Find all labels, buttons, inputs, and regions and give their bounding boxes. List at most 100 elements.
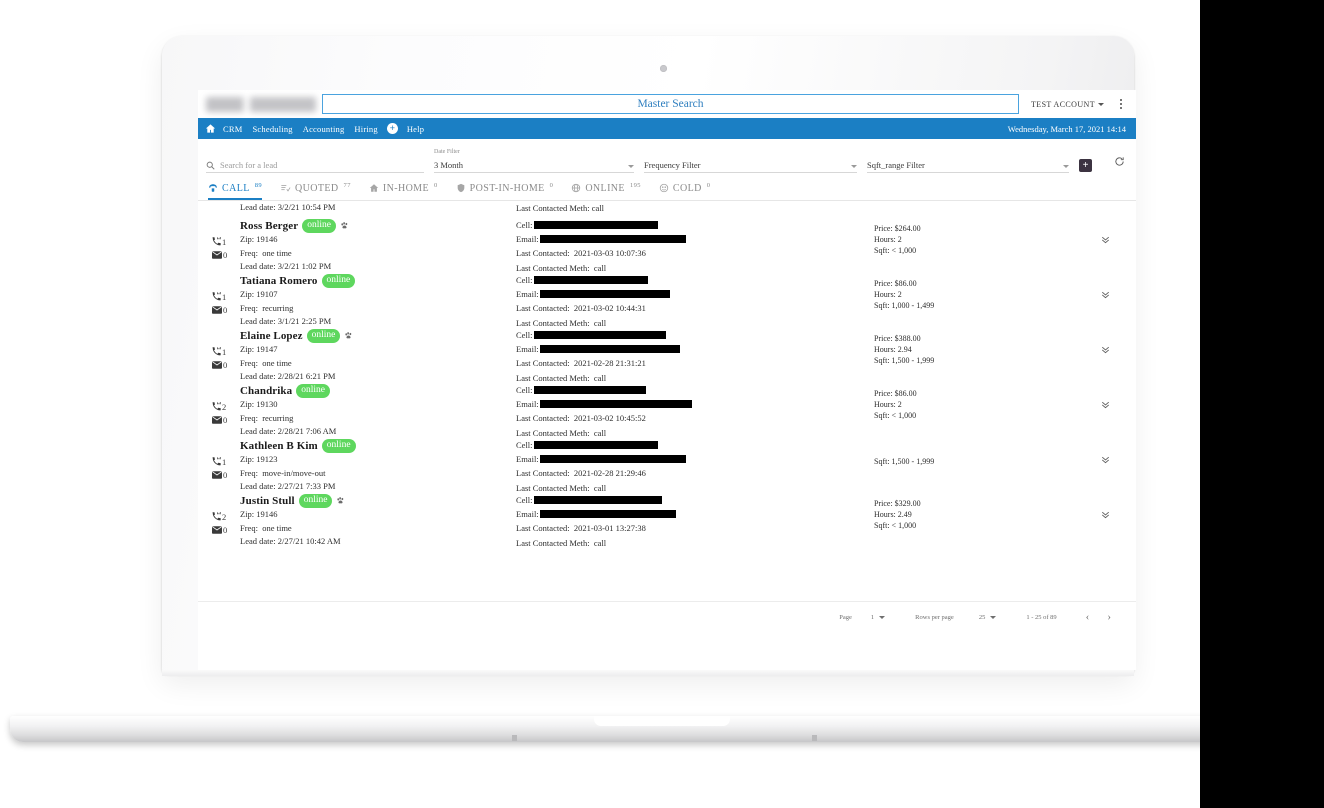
lead-name-line: Kathleen B Kim online bbox=[240, 438, 516, 453]
table-row[interactable]: Kathleen B Kim online 1 0 Zip: 19123 Freq: mo… bbox=[198, 433, 1136, 493]
lead-sqft: Sqft: < 1,000 bbox=[874, 411, 917, 420]
call-count: 1 bbox=[212, 235, 240, 248]
kebab-menu-icon[interactable] bbox=[1114, 99, 1128, 109]
tab-in-home-label: IN-HOME bbox=[382, 183, 429, 194]
add-icon[interactable]: + bbox=[386, 123, 398, 134]
lead-contact-column: Cell: Email: Last Contacted: 2021-03-02 10… bbox=[516, 383, 798, 438]
lead-email: Email: bbox=[516, 287, 798, 301]
redacted-cell bbox=[533, 386, 646, 395]
lead-primary-column: Ross Berger online 1 0 Zip: 19146 Freq: one t… bbox=[198, 218, 516, 271]
lead-name: Kathleen B Kim bbox=[240, 439, 318, 452]
lead-date: Lead date: 2/27/21 10:42 AM bbox=[240, 536, 341, 546]
lead-contact-column: Cell: Email: Last Contacted: 2021-03-01 13… bbox=[516, 493, 798, 548]
tab-cold-label: COLD bbox=[672, 183, 702, 194]
nav-item-crm[interactable]: CRM bbox=[218, 124, 248, 134]
lead-contact-column: Cell: Email: Last Contacted: 2021-03-03 10… bbox=[516, 218, 798, 273]
table-row[interactable]: Ross Berger online 1 0 Zip: 19146 Freq: one t… bbox=[198, 213, 1136, 273]
lead-counters: 10 bbox=[212, 235, 240, 261]
expand-row-icon[interactable] bbox=[1100, 342, 1111, 360]
tab-quoted[interactable]: QUOTED 77 bbox=[280, 182, 351, 199]
lead-sqft: Sqft: < 1,000 bbox=[874, 246, 917, 255]
laptop-base-foot-left bbox=[512, 735, 517, 741]
tab-cold[interactable]: COLD 0 bbox=[659, 182, 711, 199]
nav-item-scheduling[interactable]: Scheduling bbox=[248, 124, 298, 134]
lead-list[interactable]: Lead date: 3/2/21 10:54 PM Last Contacte… bbox=[198, 201, 1136, 601]
expand-row-icon[interactable] bbox=[1100, 452, 1111, 470]
brand-logo bbox=[206, 96, 316, 112]
master-search-input[interactable]: Master Search bbox=[322, 94, 1019, 114]
lead-name: Tatiana Romero bbox=[240, 274, 318, 287]
search-lead-input[interactable]: Search for a lead bbox=[206, 160, 424, 173]
email-count: 0 bbox=[212, 303, 240, 316]
lead-status-tabs: CALL 89 QUOTED 77 IN-HOME 0 POST-IN-HOME… bbox=[198, 173, 1136, 201]
laptop-base-foot-right bbox=[812, 735, 817, 741]
tab-post-in-home[interactable]: POST-IN-HOME 0 bbox=[456, 182, 554, 199]
nav-item-hiring[interactable]: Hiring bbox=[349, 124, 382, 134]
expand-row-icon[interactable] bbox=[1100, 287, 1111, 305]
frequency-filter-select[interactable]: Frequency Filter bbox=[644, 160, 857, 173]
tab-in-home[interactable]: IN-HOME 0 bbox=[369, 182, 438, 199]
call-count: 1 bbox=[212, 455, 240, 468]
lead-name-line: Ross Berger online bbox=[240, 218, 516, 233]
tab-cold-count: 0 bbox=[706, 182, 711, 189]
date-filter-select[interactable]: Date Filter 3 Month bbox=[434, 149, 634, 173]
lead-name-line: Justin Stull online bbox=[240, 493, 516, 508]
main-nav-bar: CRM Scheduling Accounting Hiring + Help … bbox=[198, 118, 1136, 139]
email-count: 0 bbox=[212, 468, 240, 481]
account-menu-button[interactable]: TEST ACCOUNT bbox=[1031, 100, 1104, 109]
table-row[interactable]: Tatiana Romero online 1 0 Zip: 19107 Freq: re… bbox=[198, 268, 1136, 328]
pagination-range: 1 - 25 of 89 bbox=[1026, 613, 1057, 621]
table-row[interactable]: Justin Stull online 2 0 Zip: 19146 Freq: one … bbox=[198, 488, 1136, 548]
add-lead-button[interactable]: + bbox=[1079, 159, 1092, 172]
shield-icon bbox=[456, 183, 466, 193]
home-icon[interactable] bbox=[202, 123, 218, 134]
sqft-filter-select[interactable]: Sqft_range Filter bbox=[867, 160, 1069, 173]
table-row[interactable]: Chandrika online 2 0 Zip: 19130 Freq: recurri… bbox=[198, 378, 1136, 438]
mask-step-3 bbox=[1189, 17, 1200, 28]
refresh-button[interactable] bbox=[1114, 154, 1125, 172]
lead-contact-column: Cell: Email: Last Contacted: 2021-03-02 10… bbox=[516, 273, 798, 328]
rows-per-page-selector[interactable]: Rows per page 25 bbox=[915, 613, 997, 621]
page-selector[interactable]: Page 1 bbox=[839, 614, 886, 621]
lead-hours: Hours: 2 bbox=[874, 235, 902, 244]
lead-cell: Cell: bbox=[516, 328, 798, 342]
lead-quote-column: Price: $264.00 Hours: 2 Sqft: < 1,000 bbox=[798, 218, 1136, 263]
expand-row-icon[interactable] bbox=[1100, 232, 1111, 250]
lead-primary-column: Tatiana Romero online 1 0 Zip: 19107 Freq: re… bbox=[198, 273, 516, 326]
lead-last-contacted: Last Contacted: 2021-03-03 10:07:36 bbox=[516, 248, 646, 259]
previous-page-button[interactable]: ‹ bbox=[1083, 611, 1093, 623]
laptop-screen: Master Search TEST ACCOUNT CRM Schedulin… bbox=[198, 90, 1136, 670]
tab-online-count: 195 bbox=[629, 182, 641, 189]
status-badge: online bbox=[302, 218, 336, 233]
lead-zip: Zip: 19130 bbox=[240, 399, 278, 409]
clipped-lead-date: Lead date: 3/2/21 10:54 PM bbox=[240, 202, 336, 212]
lead-last-contacted: Last Contacted: 2021-02-28 21:29:46 bbox=[516, 468, 646, 479]
smiley-icon bbox=[659, 183, 669, 193]
chevron-down-icon bbox=[628, 165, 634, 168]
chevron-down-icon bbox=[1063, 165, 1069, 168]
expand-row-icon[interactable] bbox=[1100, 507, 1111, 525]
lead-cell: Cell: bbox=[516, 438, 798, 452]
redacted-email bbox=[539, 290, 670, 299]
lead-name: Ross Berger bbox=[240, 219, 299, 232]
date-filter-label: Date Filter bbox=[434, 149, 460, 155]
nav-item-accounting[interactable]: Accounting bbox=[298, 124, 350, 134]
nav-item-help[interactable]: Help bbox=[402, 124, 429, 134]
refresh-icon bbox=[1115, 157, 1124, 166]
expand-row-icon[interactable] bbox=[1100, 397, 1111, 415]
lead-last-contacted-meth: Last Contacted Meth: call bbox=[516, 537, 607, 548]
lead-last-contacted: Last Contacted: 2021-03-02 10:45:52 bbox=[516, 413, 646, 424]
lead-price: Price: $388.00 bbox=[874, 334, 921, 343]
lead-hours: Hours: 2.49 bbox=[874, 510, 912, 519]
mask-step-2 bbox=[1184, 8, 1200, 17]
lead-freq: Freq: recurring bbox=[240, 302, 294, 313]
table-row[interactable]: Elaine Lopez online 1 0 Zip: 19147 Freq: one … bbox=[198, 323, 1136, 383]
tab-online[interactable]: ONLINE 195 bbox=[571, 182, 641, 199]
lead-name-line: Elaine Lopez online bbox=[240, 328, 516, 343]
next-page-button[interactable]: › bbox=[1104, 611, 1114, 623]
table-row-clipped[interactable]: Lead date: 3/2/21 10:54 PM Last Contacte… bbox=[198, 201, 1136, 213]
lead-last-contacted: Last Contacted: 2021-03-02 10:44:31 bbox=[516, 303, 646, 314]
tab-call[interactable]: CALL 89 bbox=[208, 182, 263, 200]
rows-per-page-value: 25 bbox=[978, 613, 986, 621]
lead-quote-column: Price: $329.00 Hours: 2.49 Sqft: < 1,000 bbox=[798, 493, 1136, 538]
